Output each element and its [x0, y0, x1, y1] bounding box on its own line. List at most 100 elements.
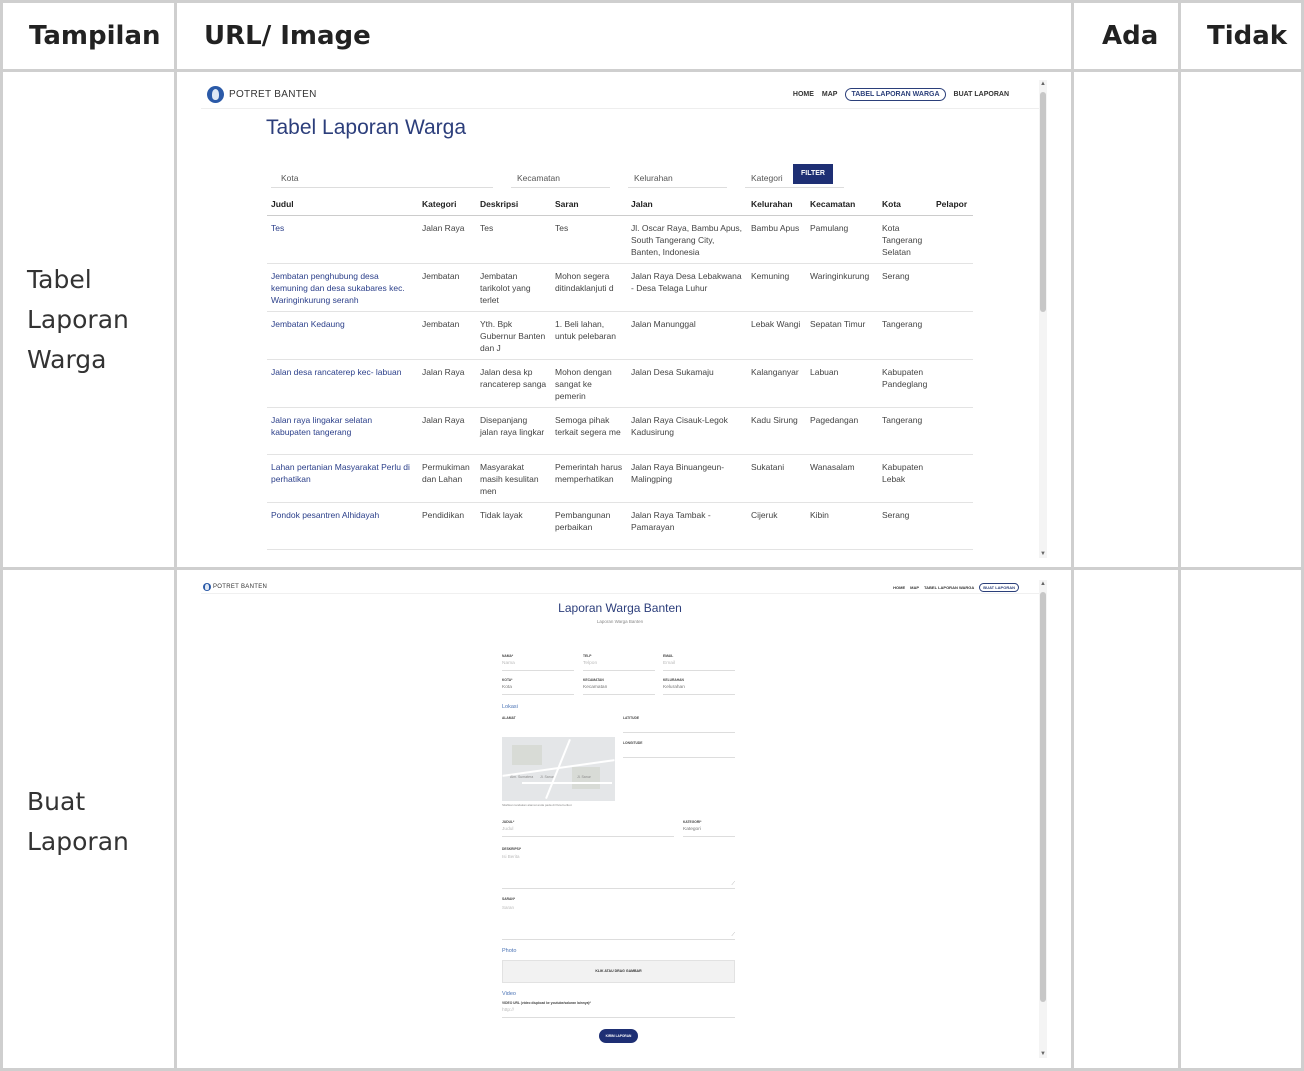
video-input[interactable]: http://: [502, 1008, 735, 1018]
email-field[interactable]: EMAIL Email: [663, 654, 735, 671]
nav-links-2: HOME MAP TABEL LAPORAN WARGA BUAT LAPORA…: [893, 583, 1019, 592]
table-cell: Jalan Desa Sukamaju: [627, 359, 747, 408]
table-row: Tes Jalan Raya Tes Tes Jl. Oscar Raya, Bambu…: [267, 215, 973, 264]
brand-name-2[interactable]: POTRET BANTEN: [213, 584, 267, 590]
kelurahan-select[interactable]: Kelurahan: [663, 685, 735, 695]
row1-ada-cell: [1071, 69, 1181, 570]
nav-tabel-laporan-2[interactable]: TABEL LAPORAN WARGA: [924, 585, 974, 590]
form-title: Laporan Warga Banten: [558, 601, 682, 615]
nav-tabel-laporan[interactable]: TABEL LAPORAN WARGA: [845, 88, 946, 101]
nav-map-2[interactable]: MAP: [910, 585, 919, 590]
row1-label: Tabel Laporan Warga: [27, 265, 129, 374]
table-cell: Waringinkurung: [806, 263, 878, 312]
photo-dropzone[interactable]: KLIK ATAU DRAG GAMBAR: [502, 960, 735, 983]
map-road: [522, 782, 612, 784]
map-block: [512, 745, 542, 765]
filter-kota[interactable]: Kota: [271, 164, 493, 188]
table-cell: Lebak Wangi: [747, 311, 806, 360]
table-cell: Sudah bertahun: [476, 549, 551, 558]
alamat-field[interactable]: ALAMAT: [502, 716, 615, 720]
resize-handle-icon[interactable]: ⟋: [731, 932, 735, 938]
table-cell: Semoga pihak terkait segera me: [551, 407, 627, 455]
judul-link[interactable]: Lahan pertanian Masyarakat Perlu di perh…: [267, 454, 418, 503]
scrollbar[interactable]: ▲ ▼: [1039, 80, 1047, 558]
judul-link[interactable]: Jembatan penghubung desa kemuning dan de…: [267, 263, 418, 312]
nav-buat-laporan[interactable]: BUAT LAPORAN: [954, 91, 1009, 98]
longitude-field[interactable]: LONGITUDE: [623, 741, 735, 758]
judul-link[interactable]: Jembatan Kedaung: [267, 311, 418, 360]
telp-field[interactable]: TELP Telpon: [583, 654, 655, 671]
filter-button[interactable]: FILTER: [793, 164, 833, 184]
scrollbar-thumb[interactable]: [1040, 92, 1046, 312]
nama-input[interactable]: Nama: [502, 661, 574, 671]
scroll-down-icon[interactable]: ▼: [1040, 1051, 1046, 1057]
judul-link[interactable]: Jalan raya lingakar selatan kabupaten ta…: [267, 407, 418, 455]
nav-map[interactable]: MAP: [822, 91, 838, 98]
deskripsi-textarea[interactable]: Isi Berita ⟋: [502, 852, 735, 889]
buat-laporan-screenshot: POTRET BANTEN HOME MAP TABEL LAPORAN WAR…: [201, 580, 1047, 1058]
table-cell: Pemerintah harus memperhatikan: [551, 454, 627, 503]
table-cell: Kabupaten Pandeglang: [878, 359, 932, 408]
latitude-field[interactable]: LATITUDE: [623, 716, 735, 733]
header-tampilan-text: Tampilan: [29, 21, 161, 51]
telp-input[interactable]: Telpon: [583, 661, 655, 671]
table-cell: Tangerang: [878, 407, 932, 455]
nama-field[interactable]: NAMA* Nama: [502, 654, 574, 671]
row2-tidak-cell: [1178, 567, 1304, 1071]
location-map[interactable]: Alm. Sumatera Jl. Sanur Jl. Sanur: [502, 737, 615, 801]
row2-ada-cell: [1071, 567, 1181, 1071]
table-cell: [932, 311, 973, 360]
saran-textarea[interactable]: Saran ⟋: [502, 903, 735, 940]
filter-kecamatan[interactable]: Kecamatan: [511, 164, 610, 188]
kota-field[interactable]: KOTA* Kota: [502, 678, 574, 695]
judul-field[interactable]: JUDUL* Judul: [502, 820, 674, 837]
table-cell: Mohon dengan sangat ke pemerin: [551, 359, 627, 408]
table-row: Jembatan Kedaung Jembatan Yth. Bpk Gubernu…: [267, 311, 973, 360]
nav-buat-laporan-2[interactable]: BUAT LAPORAN: [979, 583, 1019, 592]
table-cell: Jalan Raya: [418, 215, 476, 264]
judul-link[interactable]: Pondok pesantren Alhidayah: [267, 502, 418, 550]
kecamatan-field[interactable]: KECAMATAN Kecamatan: [583, 678, 655, 695]
scroll-up-icon[interactable]: ▲: [1040, 581, 1046, 587]
scroll-up-icon[interactable]: ▲: [1040, 81, 1046, 87]
email-input[interactable]: Email: [663, 661, 735, 671]
scrollbar-thumb-2[interactable]: [1040, 592, 1046, 1002]
saran-placeholder: Saran: [502, 905, 515, 910]
table-body: Tes Jalan Raya Tes Tes Jl. Oscar Raya, Bambu…: [267, 215, 973, 558]
saran-label: SARAN*: [502, 897, 516, 901]
kecamatan-select[interactable]: Kecamatan: [583, 685, 655, 695]
kirim-laporan-button[interactable]: KIRIM LAPORAN: [599, 1029, 638, 1043]
table-cell: [932, 502, 973, 550]
table-cell: [932, 549, 973, 558]
table-cell: Jalan Raya Desa Lebakwana - Desa Telaga …: [627, 263, 747, 312]
latitude-input[interactable]: [623, 723, 735, 733]
map-label: Jl. Sanur: [577, 775, 591, 779]
table-cell: Jalan Raya Cisauk-Legok Kadusirung: [627, 407, 747, 455]
kategori-select[interactable]: Kategori: [683, 827, 735, 837]
table-cell: Serang: [878, 502, 932, 550]
table-cell: Tes: [551, 215, 627, 264]
judul-label: JUDUL*: [502, 820, 515, 824]
nav-home-2[interactable]: HOME: [893, 585, 905, 590]
filter-kelurahan[interactable]: Kelurahan: [628, 164, 727, 188]
judul-link[interactable]: Tes: [267, 215, 418, 264]
table-cell: Tes: [476, 215, 551, 264]
kategori-field[interactable]: KATEGORI* Kategori: [683, 820, 735, 837]
table-cell: Serang: [878, 263, 932, 312]
kelurahan-field[interactable]: KELURAHAN Kelurahan: [663, 678, 735, 695]
nav-home[interactable]: HOME: [793, 91, 814, 98]
kota-select[interactable]: Kota: [502, 685, 574, 695]
table-cell: Pagedangan: [806, 407, 878, 455]
table-cell: Tangerang: [878, 549, 932, 558]
scrollbar-2[interactable]: ▲ ▼: [1039, 580, 1047, 1058]
judul-link[interactable]: Alih Fungsi Sarana Olah raga: [267, 549, 418, 558]
resize-handle-icon[interactable]: ⟋: [731, 881, 735, 887]
longitude-input[interactable]: [623, 748, 735, 758]
scroll-down-icon[interactable]: ▼: [1040, 551, 1046, 557]
video-field[interactable]: VIDEO URL (video diupload ke youtube/sal…: [502, 1001, 735, 1018]
judul-input[interactable]: Judul: [502, 827, 674, 837]
brand-name[interactable]: POTRET BANTEN: [229, 89, 317, 100]
deskripsi-field: DESKRIPSI*: [502, 847, 735, 851]
table-cell: Permukiman dan Lahan: [418, 454, 476, 503]
judul-link[interactable]: Jalan desa rancaterep kec- labuan: [267, 359, 418, 408]
